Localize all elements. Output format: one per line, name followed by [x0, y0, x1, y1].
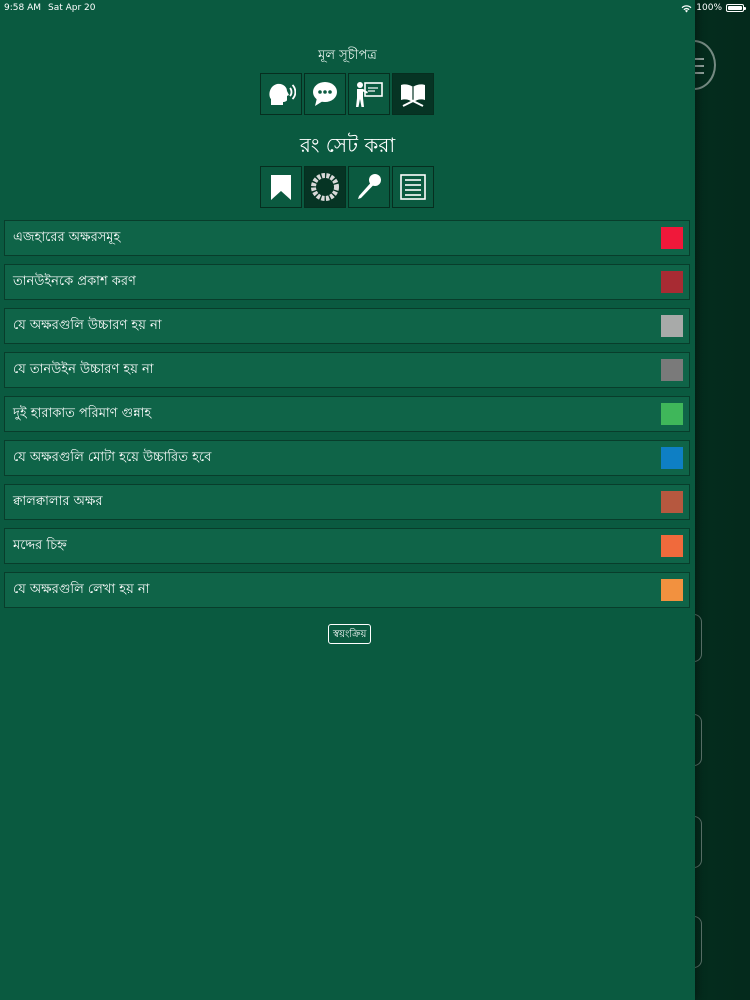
screen: 9:58 AM Sat Apr 20 100% মূল সূচীপত্র রং …: [0, 0, 750, 1000]
auto-button[interactable]: স্বয়ংক্রিয়: [328, 624, 372, 644]
side-drawer: মূল সূচীপত্র রং সেট করা এজহারের অক্ষরসমূ…: [0, 0, 695, 1000]
item-label: মদ্দের চিহ্ন: [13, 538, 67, 553]
color-swatch[interactable]: [661, 271, 683, 293]
battery-percent: 100%: [696, 3, 722, 13]
speaking-head-button[interactable]: [260, 73, 302, 115]
teacher-board-icon: [356, 82, 383, 107]
teacher-button[interactable]: [348, 73, 390, 115]
list-item[interactable]: যে অক্ষরগুলি মোটা হয়ে উচ্চারিত হবে: [4, 440, 690, 476]
status-time: 9:58 AM: [4, 3, 41, 13]
color-settings-title: রং সেট করা: [299, 133, 396, 157]
settings-icons: [260, 166, 436, 208]
list-item[interactable]: ক্বালক্বালার অক্ষর: [4, 484, 690, 520]
bookmark-icon: [271, 175, 291, 200]
item-label: যে অক্ষরগুলি মোটা হয়ে উচ্চারিত হবে: [13, 450, 212, 465]
microphone-icon: [358, 174, 381, 199]
color-swatch[interactable]: [661, 535, 683, 557]
list-item[interactable]: যে তানউইন উচ্চারণ হয় না: [4, 352, 690, 388]
color-wheel-button[interactable]: [304, 166, 346, 208]
main-menu-icons: [260, 73, 436, 115]
quran-button[interactable]: [392, 73, 434, 115]
item-label: এজহারের অক্ষরসমূহ: [13, 230, 121, 245]
list-icon: [400, 174, 426, 200]
status-right: 100%: [681, 0, 746, 16]
bookmark-button[interactable]: [260, 166, 302, 208]
color-swatch[interactable]: [661, 403, 683, 425]
color-swatch[interactable]: [661, 315, 683, 337]
chat-button[interactable]: [304, 73, 346, 115]
status-date: Sat Apr 20: [48, 3, 96, 13]
item-label: তানউইনকে প্রকাশ করণ: [13, 274, 136, 289]
item-label: যে অক্ষরগুলি উচ্চারণ হয় না: [13, 318, 162, 333]
list-item[interactable]: এজহারের অক্ষরসমূহ: [4, 220, 690, 256]
color-swatch[interactable]: [661, 227, 683, 249]
color-settings-list: এজহারের অক্ষরসমূহ তানউইনকে প্রকাশ করণ যে…: [4, 220, 690, 616]
list-item[interactable]: দুই হারাকাত পরিমাণ গুন্নাহ: [4, 396, 690, 432]
list-item[interactable]: মদ্দের চিহ্ন: [4, 528, 690, 564]
microphone-button[interactable]: [348, 166, 390, 208]
color-swatch[interactable]: [661, 491, 683, 513]
color-swatch[interactable]: [661, 447, 683, 469]
color-swatch[interactable]: [661, 359, 683, 381]
item-label: যে তানউইন উচ্চারণ হয় না: [13, 362, 154, 377]
list-button[interactable]: [392, 166, 434, 208]
item-label: দুই হারাকাত পরিমাণ গুন্নাহ: [13, 406, 152, 421]
chat-bubble-icon: [313, 82, 337, 106]
color-wheel-icon: [311, 173, 339, 201]
main-menu-title: মূল সূচীপত্র: [318, 48, 377, 63]
battery-icon: [726, 4, 746, 12]
list-item[interactable]: তানউইনকে প্রকাশ করণ: [4, 264, 690, 300]
list-item[interactable]: যে অক্ষরগুলি উচ্চারণ হয় না: [4, 308, 690, 344]
list-item[interactable]: যে অক্ষরগুলি লেখা হয় না: [4, 572, 690, 608]
status-bar: 9:58 AM Sat Apr 20 100%: [0, 0, 750, 16]
item-label: যে অক্ষরগুলি লেখা হয় না: [13, 582, 150, 597]
color-swatch[interactable]: [661, 579, 683, 601]
quran-book-icon: [401, 84, 425, 107]
wifi-icon: [681, 4, 692, 12]
speaking-head-icon: [269, 83, 296, 105]
item-label: ক্বালক্বালার অক্ষর: [13, 494, 103, 509]
